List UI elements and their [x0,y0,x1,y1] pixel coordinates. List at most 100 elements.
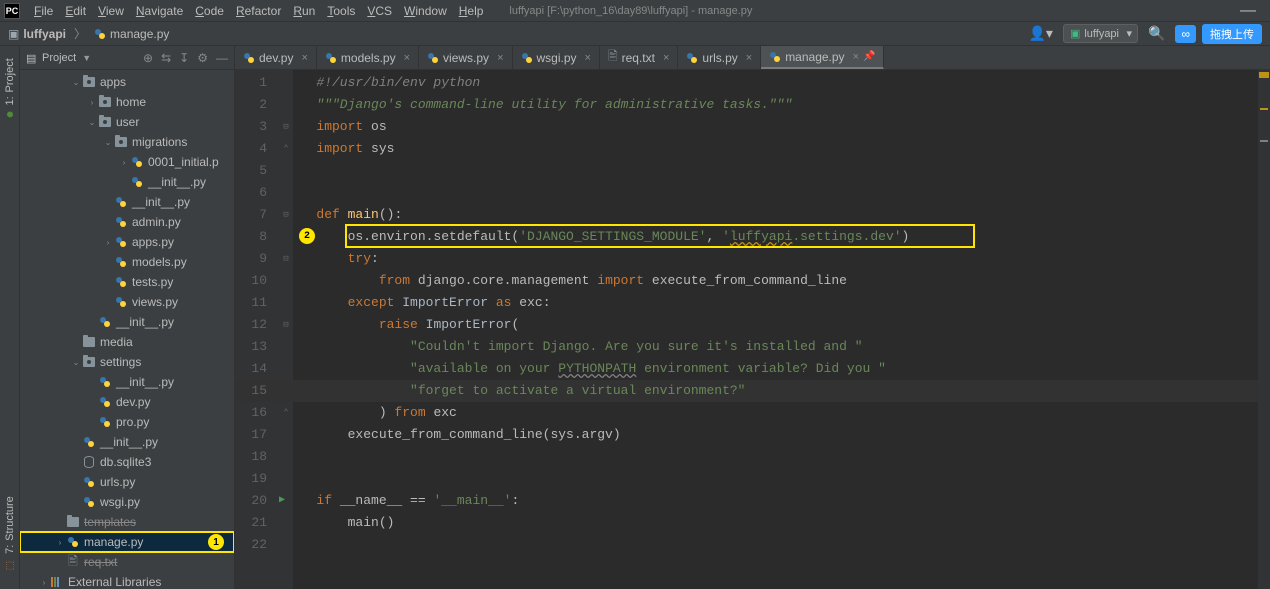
tree-item-media[interactable]: media [20,332,234,352]
tree-item-dev-py[interactable]: dev.py [20,392,234,412]
menu-window[interactable]: Window [398,2,453,20]
expander-icon[interactable]: ⌄ [70,78,82,87]
project-tree[interactable]: ⌄apps›home⌄user⌄migrations›0001_initial.… [20,70,234,589]
code-line[interactable]: try: [293,248,1258,270]
expander-icon[interactable]: ⌄ [102,138,114,147]
warning-marker[interactable] [1260,108,1268,110]
tab-views-py[interactable]: views.py× [419,46,512,69]
editor-body[interactable]: 12345678910111213141516171819202122 ⊟⌃⊟⊟… [235,70,1270,589]
tree-item-views-py[interactable]: views.py [20,292,234,312]
run-gutter-icon[interactable]: ▶ [279,490,285,512]
tree-item---init---py[interactable]: __init__.py [20,432,234,452]
line-number[interactable]: 12 [235,314,279,336]
tab-urls-py[interactable]: urls.py× [678,46,761,69]
tree-item-models-py[interactable]: models.py [20,252,234,272]
close-tab-icon[interactable]: × [585,52,591,64]
code-line[interactable]: "available on your PYTHONPATH environmen… [293,358,1258,380]
line-number[interactable]: 13 [235,336,279,358]
code-line[interactable]: "Couldn't import Django. Are you sure it… [293,336,1258,358]
code-line[interactable]: if __name__ == '__main__':▶ [293,490,1258,512]
line-number[interactable]: 15 [235,380,279,402]
expander-icon[interactable]: › [86,98,98,107]
code-line[interactable]: ) from exc [293,402,1258,424]
fold-marker[interactable] [279,534,293,556]
fold-marker[interactable] [279,270,293,292]
fold-marker[interactable] [279,94,293,116]
menu-navigate[interactable]: Navigate [130,2,189,20]
line-number[interactable]: 9 [235,248,279,270]
fold-marker[interactable]: ⌃ [279,402,293,424]
breadcrumb[interactable]: ▣ luffyapi 〉 manage.py [8,25,169,42]
tree-item-admin-py[interactable]: admin.py [20,212,234,232]
tree-item---init---py[interactable]: __init__.py [20,312,234,332]
fold-marker[interactable]: ⊟ [279,116,293,138]
settings-gear-icon[interactable]: ⚙ [197,51,208,65]
expander-icon[interactable]: › [118,158,130,167]
hide-panel-icon[interactable]: — [216,51,228,65]
upload-button[interactable]: 拖拽上传 [1202,24,1262,44]
tree-item-external-libraries[interactable]: ›External Libraries [20,572,234,589]
code-line[interactable]: main() [293,512,1258,534]
line-number[interactable]: 19 [235,468,279,490]
fold-marker[interactable] [279,72,293,94]
tab-req-txt[interactable]: 🖹req.txt× [600,46,678,69]
collapse-all-icon[interactable]: ↧ [179,51,189,65]
cloud-sync-button[interactable]: ∞ [1175,25,1196,43]
code-line[interactable]: import sys [293,138,1258,160]
fold-marker[interactable] [279,182,293,204]
code-line[interactable]: import os [293,116,1258,138]
line-number[interactable]: 3 [235,116,279,138]
line-number[interactable]: 20 [235,490,279,512]
line-number[interactable]: 1 [235,72,279,94]
tree-item-home[interactable]: ›home [20,92,234,112]
fold-marker[interactable] [279,160,293,182]
info-marker[interactable] [1260,140,1268,142]
menu-file[interactable]: File [28,2,59,20]
expander-icon[interactable]: › [102,238,114,247]
expander-icon[interactable]: › [38,578,50,587]
sidebar-view-selector[interactable]: ▤ Project ▼ [26,52,91,64]
tree-item-apps-py[interactable]: ›apps.py [20,232,234,252]
fold-marker[interactable] [279,380,293,402]
code-line[interactable] [293,182,1258,204]
fold-marker[interactable] [279,424,293,446]
menu-refactor[interactable]: Refactor [230,2,287,20]
fold-marker[interactable]: ⊟ [279,248,293,270]
line-number[interactable]: 2 [235,94,279,116]
tab-dev-py[interactable]: dev.py× [235,46,317,69]
tree-item-manage-py[interactable]: ›manage.py [20,532,234,552]
fold-marker[interactable]: ⌃ [279,138,293,160]
tree-item---init---py[interactable]: __init__.py [20,372,234,392]
tree-item-wsgi-py[interactable]: wsgi.py [20,492,234,512]
analysis-status-icon[interactable] [1259,72,1269,78]
tree-item-settings[interactable]: ⌄settings [20,352,234,372]
code-line[interactable]: "forget to activate a virtual environmen… [293,380,1258,402]
close-tab-icon[interactable]: × [853,51,859,63]
search-icon[interactable]: 🔍 [1148,25,1165,42]
fold-marker[interactable] [279,446,293,468]
fold-marker[interactable] [279,336,293,358]
tree-item-tests-py[interactable]: tests.py [20,272,234,292]
minimize-button[interactable]: — [1230,2,1266,20]
code-line[interactable] [293,446,1258,468]
fold-marker[interactable] [279,292,293,314]
expander-icon[interactable]: › [54,538,66,547]
line-number[interactable]: 22 [235,534,279,556]
tree-item-apps[interactable]: ⌄apps [20,72,234,92]
expander-icon[interactable]: ⌄ [86,118,98,127]
tree-item---init---py[interactable]: __init__.py [20,172,234,192]
line-number[interactable]: 16 [235,402,279,424]
menu-vcs[interactable]: VCS [361,2,398,20]
line-number[interactable]: 17 [235,424,279,446]
pin-icon[interactable]: 📌 [863,51,875,62]
fold-marker[interactable] [279,468,293,490]
scroll-from-source-icon[interactable]: ⊕ [143,51,153,65]
menu-code[interactable]: Code [189,2,230,20]
structure-tool-tab[interactable]: ⬚ 7: Structure [2,488,18,579]
line-number[interactable]: 5 [235,160,279,182]
menu-help[interactable]: Help [453,2,490,20]
run-config-dropdown[interactable]: ▣ luffyapi [1063,24,1138,43]
expand-all-icon[interactable]: ⇆ [161,51,171,65]
line-number-gutter[interactable]: 12345678910111213141516171819202122 [235,70,279,589]
line-number[interactable]: 10 [235,270,279,292]
